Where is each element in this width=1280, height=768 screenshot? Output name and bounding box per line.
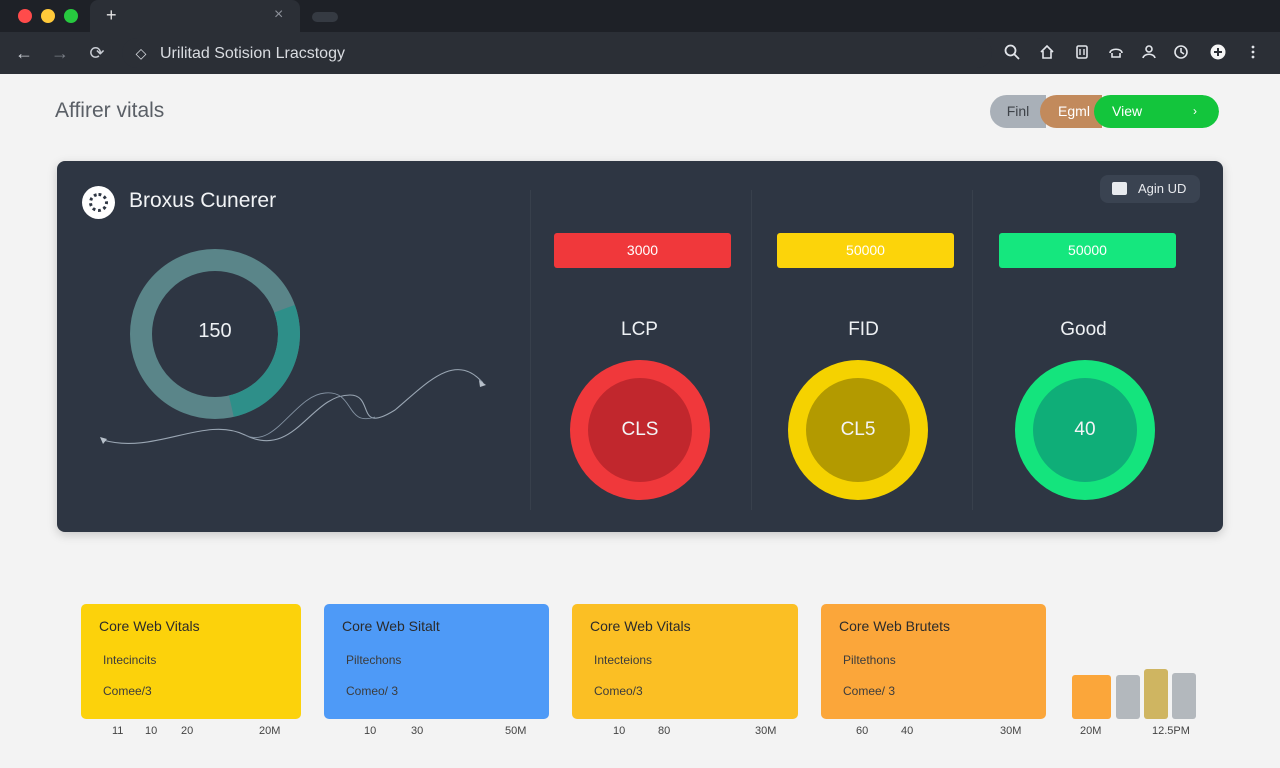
axis-tick: 20M bbox=[259, 725, 281, 737]
menu-icon[interactable] bbox=[1243, 43, 1263, 63]
axis-tick: 80 bbox=[658, 725, 671, 737]
card-subtitle: Intecteions bbox=[594, 653, 653, 667]
axis-tick: 50M bbox=[505, 725, 527, 737]
fid-gauge: CL5 bbox=[788, 360, 928, 500]
mini-bar bbox=[1072, 675, 1111, 719]
brand-logo-icon bbox=[82, 186, 115, 219]
axis-tick: 30 bbox=[411, 725, 424, 737]
axis-tick: 11 bbox=[112, 725, 124, 737]
lcp-threshold-bar: 3000 bbox=[554, 233, 731, 268]
segment-egml[interactable]: Egml bbox=[1040, 95, 1102, 128]
card-title: Core Web Sitalt bbox=[342, 618, 440, 634]
segment-view[interactable]: View › bbox=[1094, 95, 1219, 128]
card-title: Core Web Vitals bbox=[590, 618, 691, 634]
page-title: Affirer vitals bbox=[55, 99, 165, 122]
profile-icon[interactable] bbox=[1139, 43, 1159, 63]
card-subtitle: Piltethons bbox=[843, 653, 896, 667]
axis-tick: 12.5PM bbox=[1152, 725, 1190, 737]
back-arrow-icon[interactable]: ← bbox=[13, 42, 35, 64]
column-divider bbox=[530, 190, 531, 510]
axis-tick: 10 bbox=[613, 725, 626, 737]
axis-tick: 20 bbox=[181, 725, 194, 737]
minimize-window-button[interactable] bbox=[41, 9, 55, 23]
card-title: Core Web Vitals bbox=[99, 618, 200, 634]
axis-tick: 30M bbox=[1000, 725, 1022, 737]
axis-tick: 30M bbox=[755, 725, 777, 737]
agin-ud-button[interactable]: Agin UD bbox=[1100, 175, 1200, 203]
good-label: Good bbox=[1060, 319, 1107, 340]
fid-gauge-value: CL5 bbox=[806, 378, 910, 482]
home-icon[interactable] bbox=[1037, 43, 1057, 63]
maximize-window-button[interactable] bbox=[64, 9, 78, 23]
inactive-tab[interactable] bbox=[312, 12, 338, 22]
close-tab-icon[interactable]: × bbox=[274, 6, 283, 24]
axis-tick: 10 bbox=[364, 725, 377, 737]
search-icon[interactable] bbox=[1002, 43, 1022, 63]
good-gauge-value: 40 bbox=[1033, 378, 1137, 482]
site-info-icon[interactable]: ◇ bbox=[132, 44, 150, 62]
card-meta: Comeo/ 3 bbox=[346, 684, 399, 698]
good-threshold-bar: 50000 bbox=[999, 233, 1176, 268]
bookmark-icon[interactable] bbox=[1072, 43, 1092, 63]
segment-view-label: View bbox=[1112, 103, 1143, 119]
card-subtitle: Piltechons bbox=[346, 653, 402, 667]
extension-icon[interactable] bbox=[1208, 43, 1228, 63]
card-meta: Comee/ 3 bbox=[843, 684, 896, 698]
mini-bar bbox=[1116, 675, 1140, 719]
card-meta: Comeo/3 bbox=[594, 684, 643, 698]
lcp-label: LCP bbox=[621, 319, 658, 340]
mini-bar bbox=[1172, 673, 1196, 719]
card-subtitle: Intecincits bbox=[103, 653, 157, 667]
card-title: Core Web Brutets bbox=[839, 618, 951, 634]
history-icon[interactable] bbox=[1171, 43, 1191, 63]
reload-icon[interactable]: ⟳ bbox=[86, 42, 108, 64]
column-divider bbox=[751, 190, 752, 510]
browser-tab[interactable] bbox=[90, 0, 300, 32]
card-meta: Comee/3 bbox=[103, 684, 152, 698]
donut-value: 150 bbox=[198, 320, 232, 342]
new-tab-icon[interactable]: + bbox=[106, 5, 117, 25]
lcp-gauge: CLS bbox=[570, 360, 710, 500]
segment-finl[interactable]: Finl bbox=[990, 95, 1046, 128]
panel-title: Broxus Cunerer bbox=[129, 189, 277, 212]
url-text[interactable]: Urilitad Sotision Lracstogy bbox=[160, 44, 345, 64]
vitals-card[interactable]: Core Web Brutets Piltethons Comee/ 3 bbox=[821, 604, 1046, 719]
vitals-card[interactable]: Core Web Vitals Intecteions Comeo/3 bbox=[572, 604, 798, 719]
lcp-gauge-value: CLS bbox=[588, 378, 692, 482]
axis-tick: 40 bbox=[901, 725, 914, 737]
axis-tick: 60 bbox=[856, 725, 869, 737]
fid-label: FID bbox=[848, 319, 879, 340]
good-gauge: 40 bbox=[1015, 360, 1155, 500]
forward-arrow-icon[interactable]: → bbox=[49, 42, 71, 64]
vitals-card[interactable]: Core Web Vitals Intecincits Comee/3 bbox=[81, 604, 301, 719]
share-icon[interactable] bbox=[1106, 43, 1126, 63]
axis-tick: 10 bbox=[145, 725, 158, 737]
image-icon bbox=[1112, 182, 1127, 195]
mini-bar bbox=[1144, 669, 1168, 719]
fid-threshold-bar: 50000 bbox=[777, 233, 954, 268]
axis-tick: 20M bbox=[1080, 725, 1102, 737]
column-divider bbox=[972, 190, 973, 510]
close-window-button[interactable] bbox=[18, 9, 32, 23]
trend-curve bbox=[100, 369, 486, 444]
agin-ud-label: Agin UD bbox=[1138, 181, 1187, 196]
view-segmented-control: Finl Egml View › bbox=[990, 95, 1219, 128]
vitals-card[interactable]: Core Web Sitalt Piltechons Comeo/ 3 bbox=[324, 604, 549, 719]
chevron-right-icon: › bbox=[1193, 104, 1197, 118]
